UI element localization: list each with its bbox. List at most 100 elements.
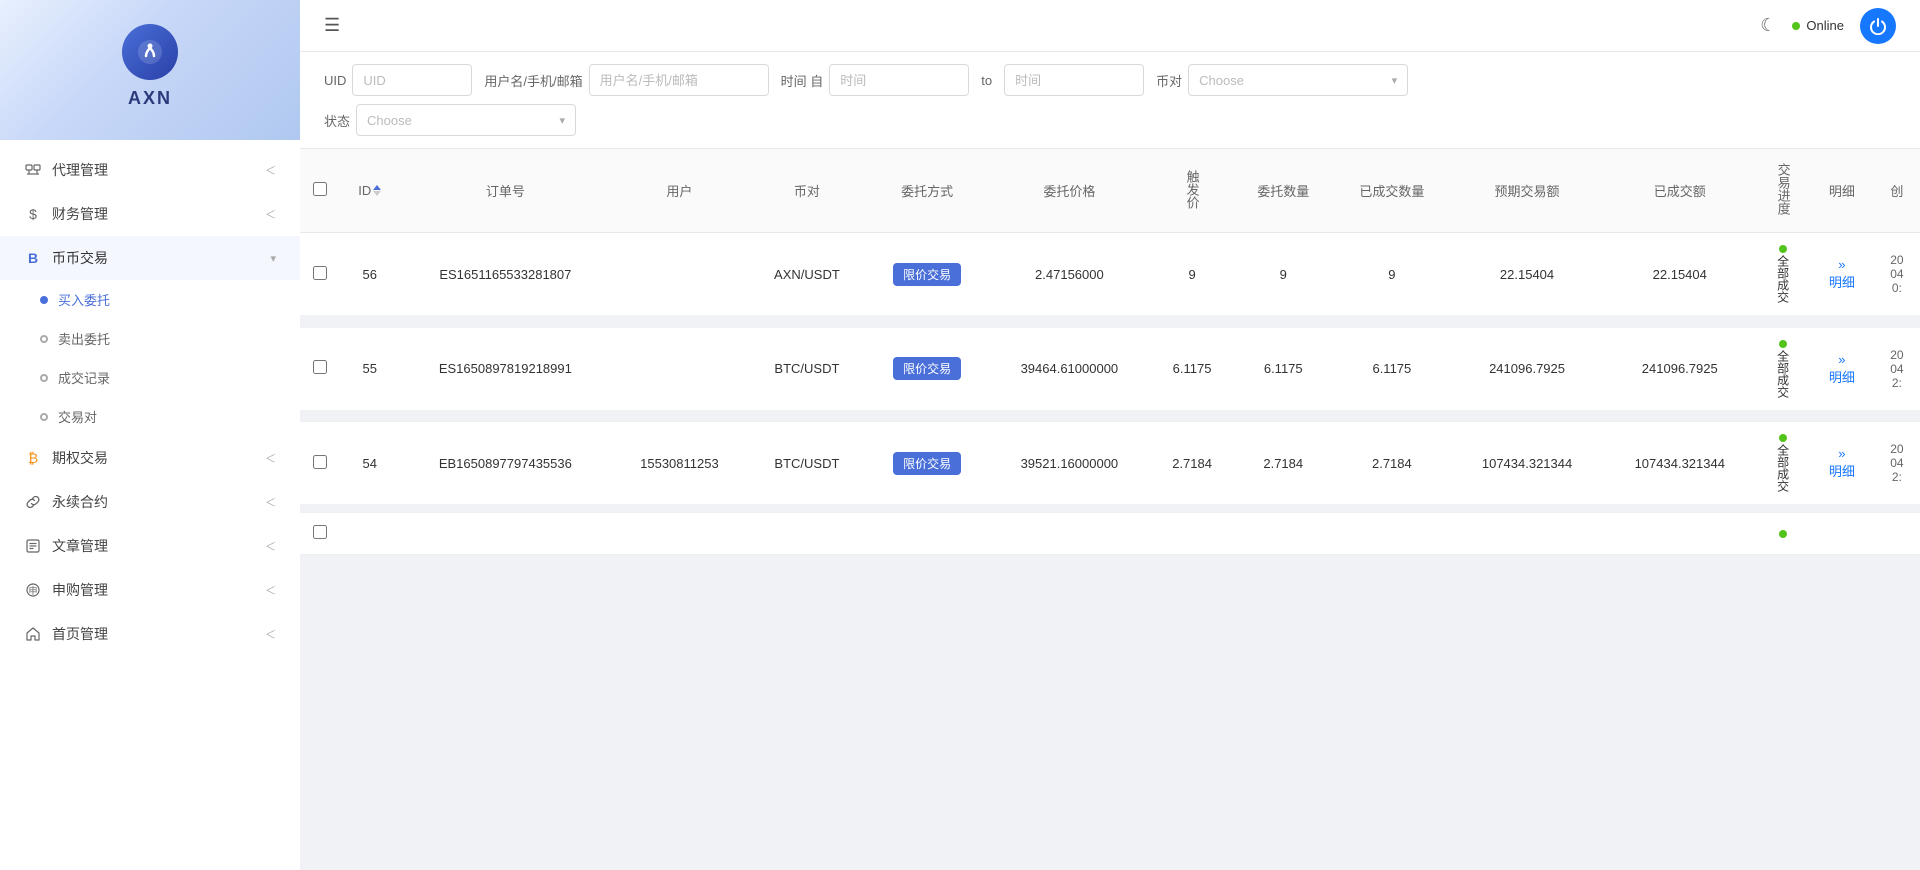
detail-text-2[interactable]: 明细	[1829, 367, 1855, 386]
sidebar-item-pairs-label: 交易对	[58, 407, 97, 426]
table-container: ID 订单号 用户 币对 委托方式 委托价格 触发价	[300, 149, 1920, 555]
row-pair-1: AXN/USDT	[748, 233, 867, 320]
sub-dot-pairs	[40, 413, 48, 421]
sidebar-item-home[interactable]: 首页管理 ＜	[0, 612, 300, 656]
row-order-2: ES1650897819218991	[399, 327, 611, 414]
online-label: Online	[1806, 18, 1844, 33]
detail-arrow-2[interactable]: »	[1838, 352, 1845, 367]
status-select[interactable]: Choose ▾	[356, 104, 576, 136]
status-label: 状态	[324, 111, 350, 130]
row-checkbox-4[interactable]	[313, 525, 327, 539]
row-filled-amount-3: 107434.321344	[1603, 422, 1756, 505]
link-icon	[24, 493, 42, 511]
select-all-checkbox[interactable]	[313, 182, 327, 196]
row-checkbox-3[interactable]	[313, 455, 327, 469]
row-pair-2: BTC/USDT	[748, 327, 867, 414]
power-button[interactable]	[1860, 8, 1896, 44]
sidebar-item-perpetual[interactable]: 永续合约 ＜	[0, 480, 300, 524]
row-detail-1: » 明细	[1810, 233, 1874, 320]
coin-icon: B	[24, 249, 42, 267]
uid-input[interactable]	[352, 64, 472, 96]
row-progress-1: 全部成交	[1756, 233, 1810, 320]
main-content: ☰ ☾ Online UID 用户名/手机/邮箱	[300, 0, 1920, 870]
th-method: 委托方式	[866, 149, 988, 233]
row-trigger-2: 6.1175	[1151, 327, 1234, 414]
sidebar-item-buy[interactable]: 买入委托	[40, 280, 300, 319]
sidebar-item-sell-label: 卖出委托	[58, 329, 110, 348]
row-check-4[interactable]	[300, 513, 340, 555]
filter-row-2: 状态 Choose ▾	[324, 104, 1896, 136]
time-to-label: to	[981, 73, 992, 88]
chevron-down-icon: ▾	[270, 252, 276, 265]
row-checkbox-2[interactable]	[313, 360, 327, 374]
sidebar-item-coin[interactable]: B 币币交易 ▾	[0, 236, 300, 280]
row-qty-4	[1233, 513, 1333, 555]
chevron-right-icon6: ＜	[265, 582, 276, 598]
detail-arrow-1[interactable]: »	[1838, 257, 1845, 272]
row-pair-3: BTC/USDT	[748, 422, 867, 505]
row-check-2[interactable]	[300, 327, 340, 414]
row-check-3[interactable]	[300, 422, 340, 505]
sidebar-item-agent-label: 代理管理	[52, 160, 108, 180]
sidebar-item-articles[interactable]: 文章管理 ＜	[0, 524, 300, 568]
time-from-input[interactable]	[829, 64, 969, 96]
row-user-3: 15530811253	[611, 422, 747, 505]
sidebar-item-agent[interactable]: 代理管理 ＜	[0, 148, 300, 192]
detail-arrow-3[interactable]: »	[1838, 446, 1845, 461]
th-price: 委托价格	[988, 149, 1151, 233]
hamburger-icon[interactable]: ☰	[324, 15, 340, 36]
topbar-right: ☾ Online	[1760, 8, 1896, 44]
time-to-group	[1004, 64, 1144, 96]
sidebar-item-trades[interactable]: 成交记录	[40, 358, 300, 397]
row-id-4	[340, 513, 399, 555]
pair-select[interactable]: Choose ▾	[1188, 64, 1408, 96]
coin-submenu: 买入委托 卖出委托 成交记录 交易对	[0, 280, 300, 436]
app-name: AXN	[128, 88, 172, 109]
time-to-input[interactable]	[1004, 64, 1144, 96]
username-input[interactable]	[589, 64, 769, 96]
row-order-1: ES1651165533281807	[399, 233, 611, 320]
row-filled-amount-2: 241096.7925	[1603, 327, 1756, 414]
row-qty-2: 6.1175	[1233, 327, 1333, 414]
sort-icon[interactable]	[373, 185, 381, 196]
detail-text-1[interactable]: 明细	[1829, 272, 1855, 291]
row-trigger-3: 2.7184	[1151, 422, 1234, 505]
th-filled-amount: 已成交额	[1603, 149, 1756, 233]
row-price-3: 39521.16000000	[988, 422, 1151, 505]
row-filled-qty-3: 2.7184	[1333, 422, 1451, 505]
online-badge: Online	[1792, 18, 1844, 33]
bitcoin-icon: ₿	[24, 449, 42, 467]
row-create-1: 20040:	[1874, 233, 1920, 320]
row-filled-amount-1: 22.15404	[1603, 233, 1756, 320]
sub-dot-sell	[40, 335, 48, 343]
username-filter-group: 用户名/手机/邮箱	[484, 64, 768, 96]
row-checkbox-1[interactable]	[313, 266, 327, 280]
progress-text-2: 全部成交	[1775, 350, 1792, 398]
row-price-1: 2.47156000	[988, 233, 1151, 320]
row-progress-3: 全部成交	[1756, 422, 1810, 505]
th-order-no: 订单号	[399, 149, 611, 233]
chevron-right-icon4: ＜	[265, 494, 276, 510]
row-method-2: 限价交易	[866, 327, 988, 414]
chevron-right-icon5: ＜	[265, 538, 276, 554]
sidebar-item-pairs[interactable]: 交易对	[40, 397, 300, 436]
sidebar-item-finance[interactable]: $ 财务管理 ＜	[0, 192, 300, 236]
th-progress: 交易进度	[1756, 149, 1810, 233]
theme-toggle-icon[interactable]: ☾	[1760, 15, 1776, 36]
row-method-4	[866, 513, 988, 555]
th-expected: 预期交易额	[1451, 149, 1604, 233]
row-order-4	[399, 513, 611, 555]
detail-text-3[interactable]: 明细	[1829, 461, 1855, 480]
row-separator-1	[300, 319, 1920, 327]
status-dot-1	[1779, 245, 1787, 253]
row-id-1: 56	[340, 233, 399, 320]
sidebar-item-sell[interactable]: 卖出委托	[40, 319, 300, 358]
status-filter-group: 状态 Choose ▾	[324, 104, 576, 136]
sidebar-item-ipo[interactable]: 申 申购管理 ＜	[0, 568, 300, 612]
sidebar: AXN 代理管理 ＜ $ 财务管理 ＜ B 币币交易	[0, 0, 300, 870]
row-user-2	[611, 327, 747, 414]
sidebar-item-futures[interactable]: ₿ 期权交易 ＜	[0, 436, 300, 480]
row-method-1: 限价交易	[866, 233, 988, 320]
row-price-2: 39464.61000000	[988, 327, 1151, 414]
row-check-1[interactable]	[300, 233, 340, 320]
